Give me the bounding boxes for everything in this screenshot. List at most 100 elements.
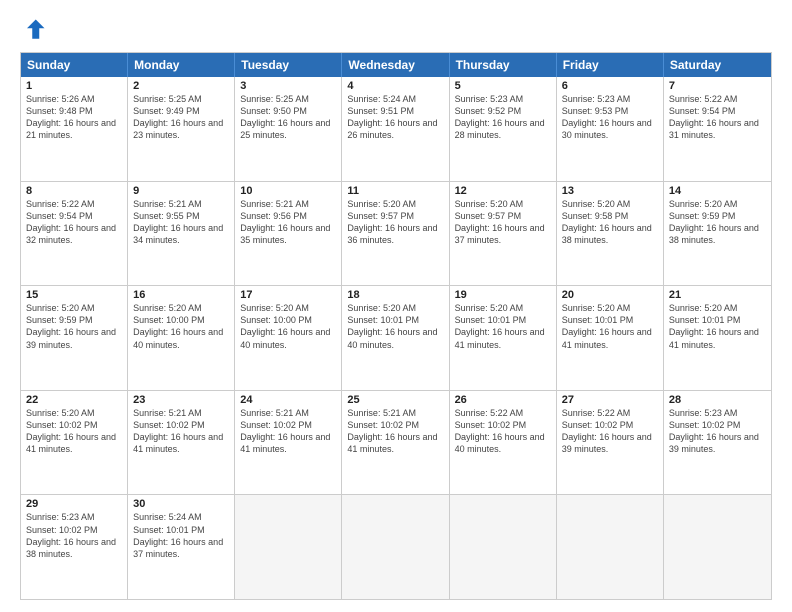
calendar-cell: 29Sunrise: 5:23 AM Sunset: 10:02 PM Dayl… bbox=[21, 495, 128, 599]
day-number: 12 bbox=[455, 185, 551, 197]
day-number: 25 bbox=[347, 394, 443, 406]
day-number: 30 bbox=[133, 498, 229, 510]
calendar-cell: 4Sunrise: 5:24 AM Sunset: 9:51 PM Daylig… bbox=[342, 77, 449, 181]
day-detail: Sunrise: 5:24 AM Sunset: 10:01 PM Daylig… bbox=[133, 511, 229, 560]
calendar-cell: 13Sunrise: 5:20 AM Sunset: 9:58 PM Dayli… bbox=[557, 182, 664, 286]
calendar-header: SundayMondayTuesdayWednesdayThursdayFrid… bbox=[21, 53, 771, 77]
day-number: 14 bbox=[669, 185, 766, 197]
calendar-cell: 1Sunrise: 5:26 AM Sunset: 9:48 PM Daylig… bbox=[21, 77, 128, 181]
calendar-cell: 27Sunrise: 5:22 AM Sunset: 10:02 PM Dayl… bbox=[557, 391, 664, 495]
day-number: 27 bbox=[562, 394, 658, 406]
day-number: 9 bbox=[133, 185, 229, 197]
calendar-week: 15Sunrise: 5:20 AM Sunset: 9:59 PM Dayli… bbox=[21, 285, 771, 390]
calendar-cell: 18Sunrise: 5:20 AM Sunset: 10:01 PM Dayl… bbox=[342, 286, 449, 390]
day-detail: Sunrise: 5:21 AM Sunset: 10:02 PM Daylig… bbox=[240, 407, 336, 456]
day-detail: Sunrise: 5:20 AM Sunset: 10:01 PM Daylig… bbox=[347, 302, 443, 351]
calendar-cell bbox=[342, 495, 449, 599]
day-detail: Sunrise: 5:22 AM Sunset: 10:02 PM Daylig… bbox=[455, 407, 551, 456]
weekday-header: Wednesday bbox=[342, 53, 449, 77]
day-detail: Sunrise: 5:22 AM Sunset: 9:54 PM Dayligh… bbox=[26, 198, 122, 247]
day-number: 2 bbox=[133, 80, 229, 92]
day-number: 16 bbox=[133, 289, 229, 301]
day-number: 15 bbox=[26, 289, 122, 301]
header bbox=[20, 16, 772, 44]
calendar-cell: 23Sunrise: 5:21 AM Sunset: 10:02 PM Dayl… bbox=[128, 391, 235, 495]
weekday-header: Sunday bbox=[21, 53, 128, 77]
day-number: 17 bbox=[240, 289, 336, 301]
day-number: 3 bbox=[240, 80, 336, 92]
calendar-cell: 25Sunrise: 5:21 AM Sunset: 10:02 PM Dayl… bbox=[342, 391, 449, 495]
weekday-header: Friday bbox=[557, 53, 664, 77]
calendar-cell: 17Sunrise: 5:20 AM Sunset: 10:00 PM Dayl… bbox=[235, 286, 342, 390]
calendar-cell bbox=[235, 495, 342, 599]
day-detail: Sunrise: 5:20 AM Sunset: 10:01 PM Daylig… bbox=[455, 302, 551, 351]
calendar-week: 8Sunrise: 5:22 AM Sunset: 9:54 PM Daylig… bbox=[21, 181, 771, 286]
calendar-cell: 22Sunrise: 5:20 AM Sunset: 10:02 PM Dayl… bbox=[21, 391, 128, 495]
day-detail: Sunrise: 5:23 AM Sunset: 9:52 PM Dayligh… bbox=[455, 93, 551, 142]
calendar-cell: 5Sunrise: 5:23 AM Sunset: 9:52 PM Daylig… bbox=[450, 77, 557, 181]
day-detail: Sunrise: 5:21 AM Sunset: 10:02 PM Daylig… bbox=[133, 407, 229, 456]
calendar-cell: 11Sunrise: 5:20 AM Sunset: 9:57 PM Dayli… bbox=[342, 182, 449, 286]
day-detail: Sunrise: 5:25 AM Sunset: 9:50 PM Dayligh… bbox=[240, 93, 336, 142]
weekday-header: Thursday bbox=[450, 53, 557, 77]
day-number: 26 bbox=[455, 394, 551, 406]
calendar-cell: 19Sunrise: 5:20 AM Sunset: 10:01 PM Dayl… bbox=[450, 286, 557, 390]
calendar-cell bbox=[664, 495, 771, 599]
calendar-cell: 12Sunrise: 5:20 AM Sunset: 9:57 PM Dayli… bbox=[450, 182, 557, 286]
day-number: 11 bbox=[347, 185, 443, 197]
day-number: 22 bbox=[26, 394, 122, 406]
calendar-cell: 6Sunrise: 5:23 AM Sunset: 9:53 PM Daylig… bbox=[557, 77, 664, 181]
day-number: 20 bbox=[562, 289, 658, 301]
day-number: 5 bbox=[455, 80, 551, 92]
day-detail: Sunrise: 5:20 AM Sunset: 10:02 PM Daylig… bbox=[26, 407, 122, 456]
logo-icon bbox=[20, 16, 48, 44]
calendar-week: 22Sunrise: 5:20 AM Sunset: 10:02 PM Dayl… bbox=[21, 390, 771, 495]
day-number: 29 bbox=[26, 498, 122, 510]
day-number: 18 bbox=[347, 289, 443, 301]
calendar-cell bbox=[557, 495, 664, 599]
day-number: 23 bbox=[133, 394, 229, 406]
calendar-cell: 9Sunrise: 5:21 AM Sunset: 9:55 PM Daylig… bbox=[128, 182, 235, 286]
day-detail: Sunrise: 5:22 AM Sunset: 10:02 PM Daylig… bbox=[562, 407, 658, 456]
day-detail: Sunrise: 5:26 AM Sunset: 9:48 PM Dayligh… bbox=[26, 93, 122, 142]
day-number: 21 bbox=[669, 289, 766, 301]
day-detail: Sunrise: 5:20 AM Sunset: 10:00 PM Daylig… bbox=[240, 302, 336, 351]
logo bbox=[20, 16, 52, 44]
day-detail: Sunrise: 5:20 AM Sunset: 10:01 PM Daylig… bbox=[669, 302, 766, 351]
weekday-header: Monday bbox=[128, 53, 235, 77]
weekday-header: Tuesday bbox=[235, 53, 342, 77]
day-number: 4 bbox=[347, 80, 443, 92]
day-number: 1 bbox=[26, 80, 122, 92]
day-detail: Sunrise: 5:21 AM Sunset: 9:56 PM Dayligh… bbox=[240, 198, 336, 247]
day-detail: Sunrise: 5:23 AM Sunset: 9:53 PM Dayligh… bbox=[562, 93, 658, 142]
day-detail: Sunrise: 5:20 AM Sunset: 10:01 PM Daylig… bbox=[562, 302, 658, 351]
calendar-cell: 14Sunrise: 5:20 AM Sunset: 9:59 PM Dayli… bbox=[664, 182, 771, 286]
day-detail: Sunrise: 5:20 AM Sunset: 10:00 PM Daylig… bbox=[133, 302, 229, 351]
day-detail: Sunrise: 5:20 AM Sunset: 9:59 PM Dayligh… bbox=[669, 198, 766, 247]
day-detail: Sunrise: 5:21 AM Sunset: 9:55 PM Dayligh… bbox=[133, 198, 229, 247]
calendar-cell: 26Sunrise: 5:22 AM Sunset: 10:02 PM Dayl… bbox=[450, 391, 557, 495]
day-detail: Sunrise: 5:20 AM Sunset: 9:59 PM Dayligh… bbox=[26, 302, 122, 351]
calendar-cell: 7Sunrise: 5:22 AM Sunset: 9:54 PM Daylig… bbox=[664, 77, 771, 181]
day-number: 6 bbox=[562, 80, 658, 92]
day-detail: Sunrise: 5:24 AM Sunset: 9:51 PM Dayligh… bbox=[347, 93, 443, 142]
day-detail: Sunrise: 5:20 AM Sunset: 9:57 PM Dayligh… bbox=[347, 198, 443, 247]
day-detail: Sunrise: 5:22 AM Sunset: 9:54 PM Dayligh… bbox=[669, 93, 766, 142]
calendar-cell: 2Sunrise: 5:25 AM Sunset: 9:49 PM Daylig… bbox=[128, 77, 235, 181]
calendar-cell: 10Sunrise: 5:21 AM Sunset: 9:56 PM Dayli… bbox=[235, 182, 342, 286]
calendar-cell: 20Sunrise: 5:20 AM Sunset: 10:01 PM Dayl… bbox=[557, 286, 664, 390]
day-number: 8 bbox=[26, 185, 122, 197]
day-detail: Sunrise: 5:23 AM Sunset: 10:02 PM Daylig… bbox=[26, 511, 122, 560]
day-number: 13 bbox=[562, 185, 658, 197]
day-detail: Sunrise: 5:23 AM Sunset: 10:02 PM Daylig… bbox=[669, 407, 766, 456]
calendar-cell: 30Sunrise: 5:24 AM Sunset: 10:01 PM Dayl… bbox=[128, 495, 235, 599]
calendar-cell: 15Sunrise: 5:20 AM Sunset: 9:59 PM Dayli… bbox=[21, 286, 128, 390]
page: SundayMondayTuesdayWednesdayThursdayFrid… bbox=[0, 0, 792, 612]
calendar-cell: 21Sunrise: 5:20 AM Sunset: 10:01 PM Dayl… bbox=[664, 286, 771, 390]
calendar: SundayMondayTuesdayWednesdayThursdayFrid… bbox=[20, 52, 772, 600]
calendar-week: 1Sunrise: 5:26 AM Sunset: 9:48 PM Daylig… bbox=[21, 77, 771, 181]
weekday-header: Saturday bbox=[664, 53, 771, 77]
day-number: 10 bbox=[240, 185, 336, 197]
day-number: 28 bbox=[669, 394, 766, 406]
calendar-body: 1Sunrise: 5:26 AM Sunset: 9:48 PM Daylig… bbox=[21, 77, 771, 599]
